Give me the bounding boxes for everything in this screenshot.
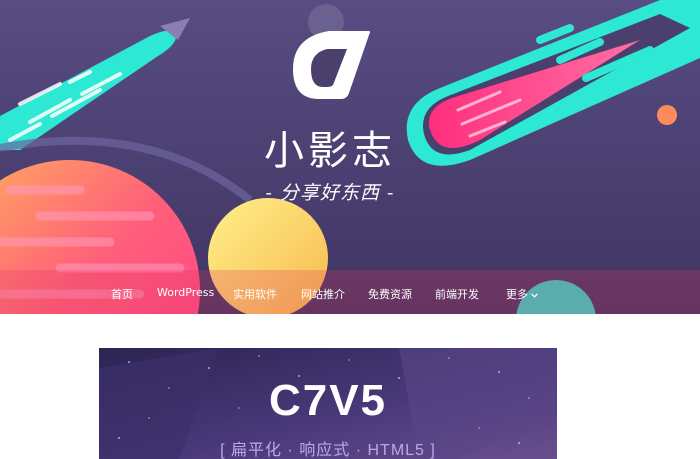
nav-item-sites[interactable]: 网站推介 xyxy=(301,286,345,302)
banner-subtitle: [ 扁平化 · 响应式 · HTML5 ] xyxy=(220,442,436,459)
banner-title: C7V5 xyxy=(268,376,388,425)
nav-item-software[interactable]: 实用软件 xyxy=(233,286,277,302)
nav-more-label: 更多 xyxy=(506,288,528,301)
nav-item-more[interactable]: 更多 xyxy=(506,286,538,302)
main-nav: 首页 WordPress 实用软件 网站推介 免费资源 前端开发 更多 xyxy=(0,286,700,308)
site-title[interactable]: 小影志 xyxy=(0,118,660,176)
nav-item-home[interactable]: 首页 xyxy=(111,286,133,302)
site-tagline: - 分享好东西 - xyxy=(265,182,395,204)
nav-item-frontend[interactable]: 前端开发 xyxy=(435,286,479,302)
hero-header: 小影志 - 分享好东西 - 首页 WordPress 实用软件 网站推介 免费资… xyxy=(0,0,700,314)
nav-item-free-resources[interactable]: 免费资源 xyxy=(368,286,412,302)
nav-item-wordpress[interactable]: WordPress xyxy=(157,286,214,299)
featured-banner[interactable]: C7V5 [ 扁平化 · 响应式 · HTML5 ] xyxy=(99,348,557,459)
site-logo[interactable] xyxy=(289,27,373,103)
chevron-down-icon xyxy=(531,293,538,298)
